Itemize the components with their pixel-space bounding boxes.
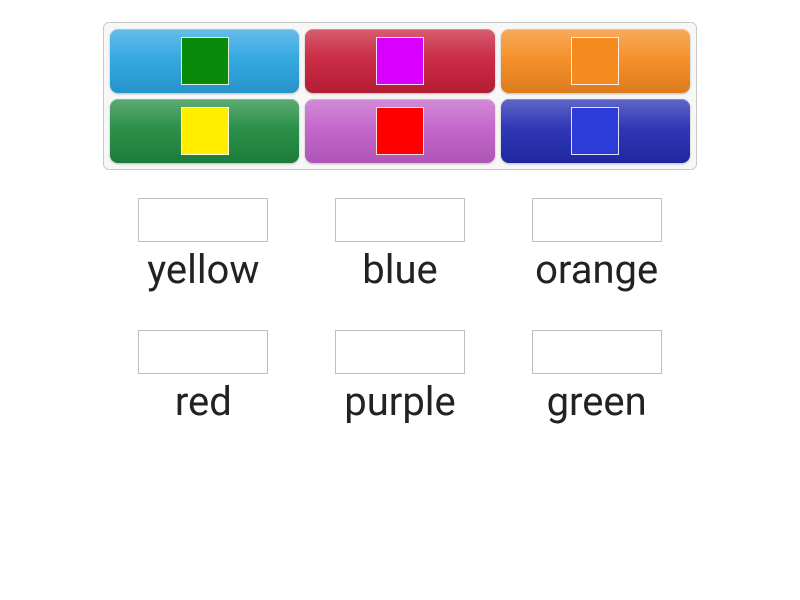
target-orange-label: orange	[535, 248, 658, 292]
targets-grid: yellow blue orange red purple green	[120, 198, 680, 424]
tile-orange[interactable]	[501, 29, 690, 93]
target-red-dropzone[interactable]	[138, 330, 268, 374]
target-purple: purple	[317, 330, 484, 424]
target-green-dropzone[interactable]	[532, 330, 662, 374]
tile-red[interactable]	[305, 29, 494, 93]
tile-blue-chip	[181, 37, 229, 85]
target-red: red	[120, 330, 287, 424]
target-yellow-dropzone[interactable]	[138, 198, 268, 242]
tile-darkblue-chip	[571, 107, 619, 155]
tile-darkblue[interactable]	[501, 99, 690, 163]
target-green-label: green	[547, 380, 647, 424]
target-orange: orange	[513, 198, 680, 292]
target-blue-label: blue	[362, 248, 437, 292]
target-green: green	[513, 330, 680, 424]
target-purple-label: purple	[344, 380, 455, 424]
tile-purple[interactable]	[305, 99, 494, 163]
target-red-label: red	[175, 380, 232, 424]
tile-green-chip	[181, 107, 229, 155]
tile-green[interactable]	[110, 99, 299, 163]
tile-orange-chip	[571, 37, 619, 85]
tile-red-chip	[376, 37, 424, 85]
tile-purple-chip	[376, 107, 424, 155]
target-purple-dropzone[interactable]	[335, 330, 465, 374]
target-orange-dropzone[interactable]	[532, 198, 662, 242]
tile-blue[interactable]	[110, 29, 299, 93]
target-yellow: yellow	[120, 198, 287, 292]
target-yellow-label: yellow	[147, 248, 259, 292]
target-blue-dropzone[interactable]	[335, 198, 465, 242]
target-blue: blue	[317, 198, 484, 292]
tile-panel	[103, 22, 697, 170]
